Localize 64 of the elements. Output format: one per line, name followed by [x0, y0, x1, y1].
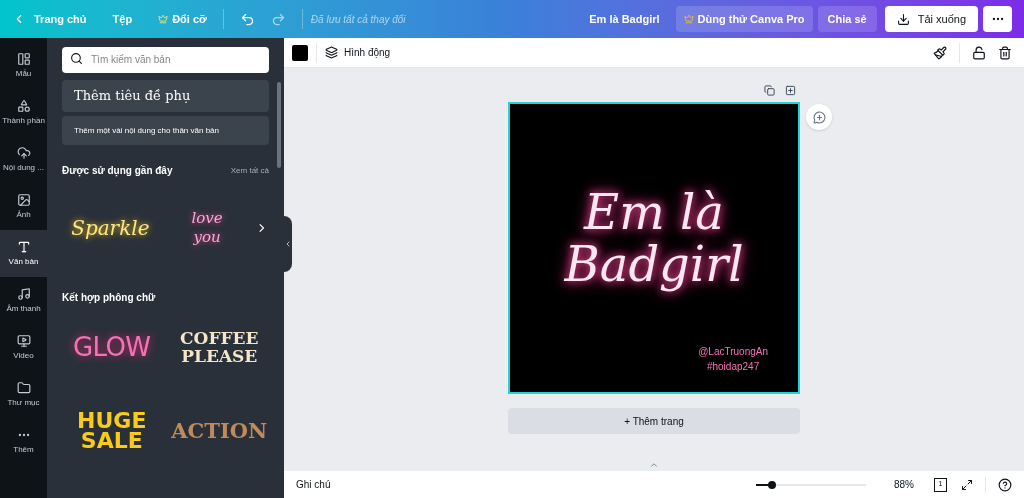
search-icon [70, 52, 83, 65]
rail-tab[interactable]: Thêm [0, 418, 47, 465]
search-field[interactable]: Tìm kiếm văn bản [62, 46, 269, 73]
folder-icon [16, 380, 31, 395]
comment-add-icon [812, 110, 826, 124]
download-icon [896, 12, 910, 26]
zoom-reading: 88% [894, 478, 914, 492]
rail-tab[interactable]: Video [0, 324, 47, 371]
fullscreen-icon[interactable] [961, 478, 973, 491]
see-all-link[interactable]: Xem tất cả [230, 164, 269, 177]
rail-tab[interactable]: Ảnh [0, 183, 47, 230]
font-combo-sample[interactable]: ACTION [171, 415, 268, 447]
animate-icon [325, 46, 338, 59]
rail-tab[interactable]: Mẫu [0, 42, 47, 89]
scrollbar[interactable] [277, 82, 281, 168]
font-combo-sample[interactable]: GLOW [73, 327, 151, 367]
template-icon [16, 51, 31, 66]
rail-tab[interactable]: Thành phần [0, 89, 47, 136]
paint-roller-icon[interactable] [933, 45, 947, 60]
design-title: Em là Badgirl [589, 11, 660, 27]
animate-button[interactable]: Hình động [325, 45, 391, 60]
text-style-sample[interactable]: love you [182, 209, 233, 247]
download-button[interactable]: Tải xuống [884, 6, 978, 32]
comment-button[interactable] [806, 104, 832, 130]
undo-icon[interactable] [239, 11, 255, 27]
rail-tab[interactable]: Nội dung ... [0, 136, 47, 183]
credit-text: @LacTruongAn [698, 345, 768, 359]
design-page[interactable]: Em là Badgirl @LacTruongAn #hoidap247 [508, 102, 800, 394]
save-status: Đã lưu tất cả thay đổi [310, 12, 406, 27]
shapes-icon [16, 98, 31, 113]
more-button[interactable] [983, 6, 1012, 32]
share-button[interactable]: Chia sẻ [817, 6, 877, 32]
unlock-icon[interactable] [972, 45, 986, 60]
help-icon[interactable] [998, 477, 1012, 492]
notes-button[interactable]: Ghi chú [296, 477, 331, 492]
font-combo-sample[interactable]: COFFEE PLEASE [174, 329, 265, 365]
pro-trial-button[interactable]: Dùng thử Canva Pro [675, 6, 813, 32]
section-title: Được sử dụng gần đây [62, 164, 173, 178]
crown-icon [683, 14, 694, 24]
rail-tab[interactable]: Âm thanh [0, 277, 47, 324]
add-body-text-button[interactable]: Thêm một vài nội dung cho thân văn bản [62, 116, 269, 145]
color-swatch[interactable] [292, 44, 308, 61]
add-page-button[interactable]: + Thêm trang [508, 408, 800, 434]
music-icon [16, 286, 31, 301]
delete-icon[interactable] [998, 45, 1012, 60]
credit-text: #hoidap247 [706, 360, 760, 374]
crown-icon [158, 14, 169, 24]
add-subheading-button[interactable]: Thêm tiêu đề phụ [62, 80, 269, 112]
neon-headline: Badgirl [564, 238, 744, 290]
rail-tab[interactable]: Thư mục [0, 371, 47, 418]
zoom-slider-thumb[interactable] [768, 480, 777, 489]
collapse-panel-handle[interactable] [284, 216, 292, 272]
text-icon [16, 239, 31, 254]
duplicate-page-icon[interactable] [764, 85, 775, 96]
add-page-icon[interactable] [785, 85, 796, 96]
upload-icon [16, 145, 31, 160]
rail-tab[interactable]: Văn bản [0, 230, 47, 277]
image-icon [16, 192, 31, 207]
chevron-left-icon [284, 240, 292, 248]
section-title: Kết hợp phông chữ [62, 291, 157, 305]
font-combo-sample[interactable]: HUGE SALE [66, 411, 157, 451]
neon-headline: Em là [584, 186, 724, 238]
text-style-sample[interactable]: Sparkle [71, 213, 150, 243]
video-icon [16, 333, 31, 348]
